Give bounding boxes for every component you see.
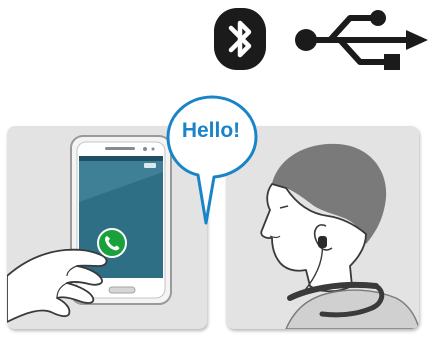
speech-bubble: [164, 93, 260, 227]
phone-call-icon[interactable]: [97, 228, 127, 258]
usb-icon: [292, 8, 428, 72]
bluetooth-icon: [212, 6, 268, 72]
speech-bubble-text: Hello!: [181, 119, 241, 142]
